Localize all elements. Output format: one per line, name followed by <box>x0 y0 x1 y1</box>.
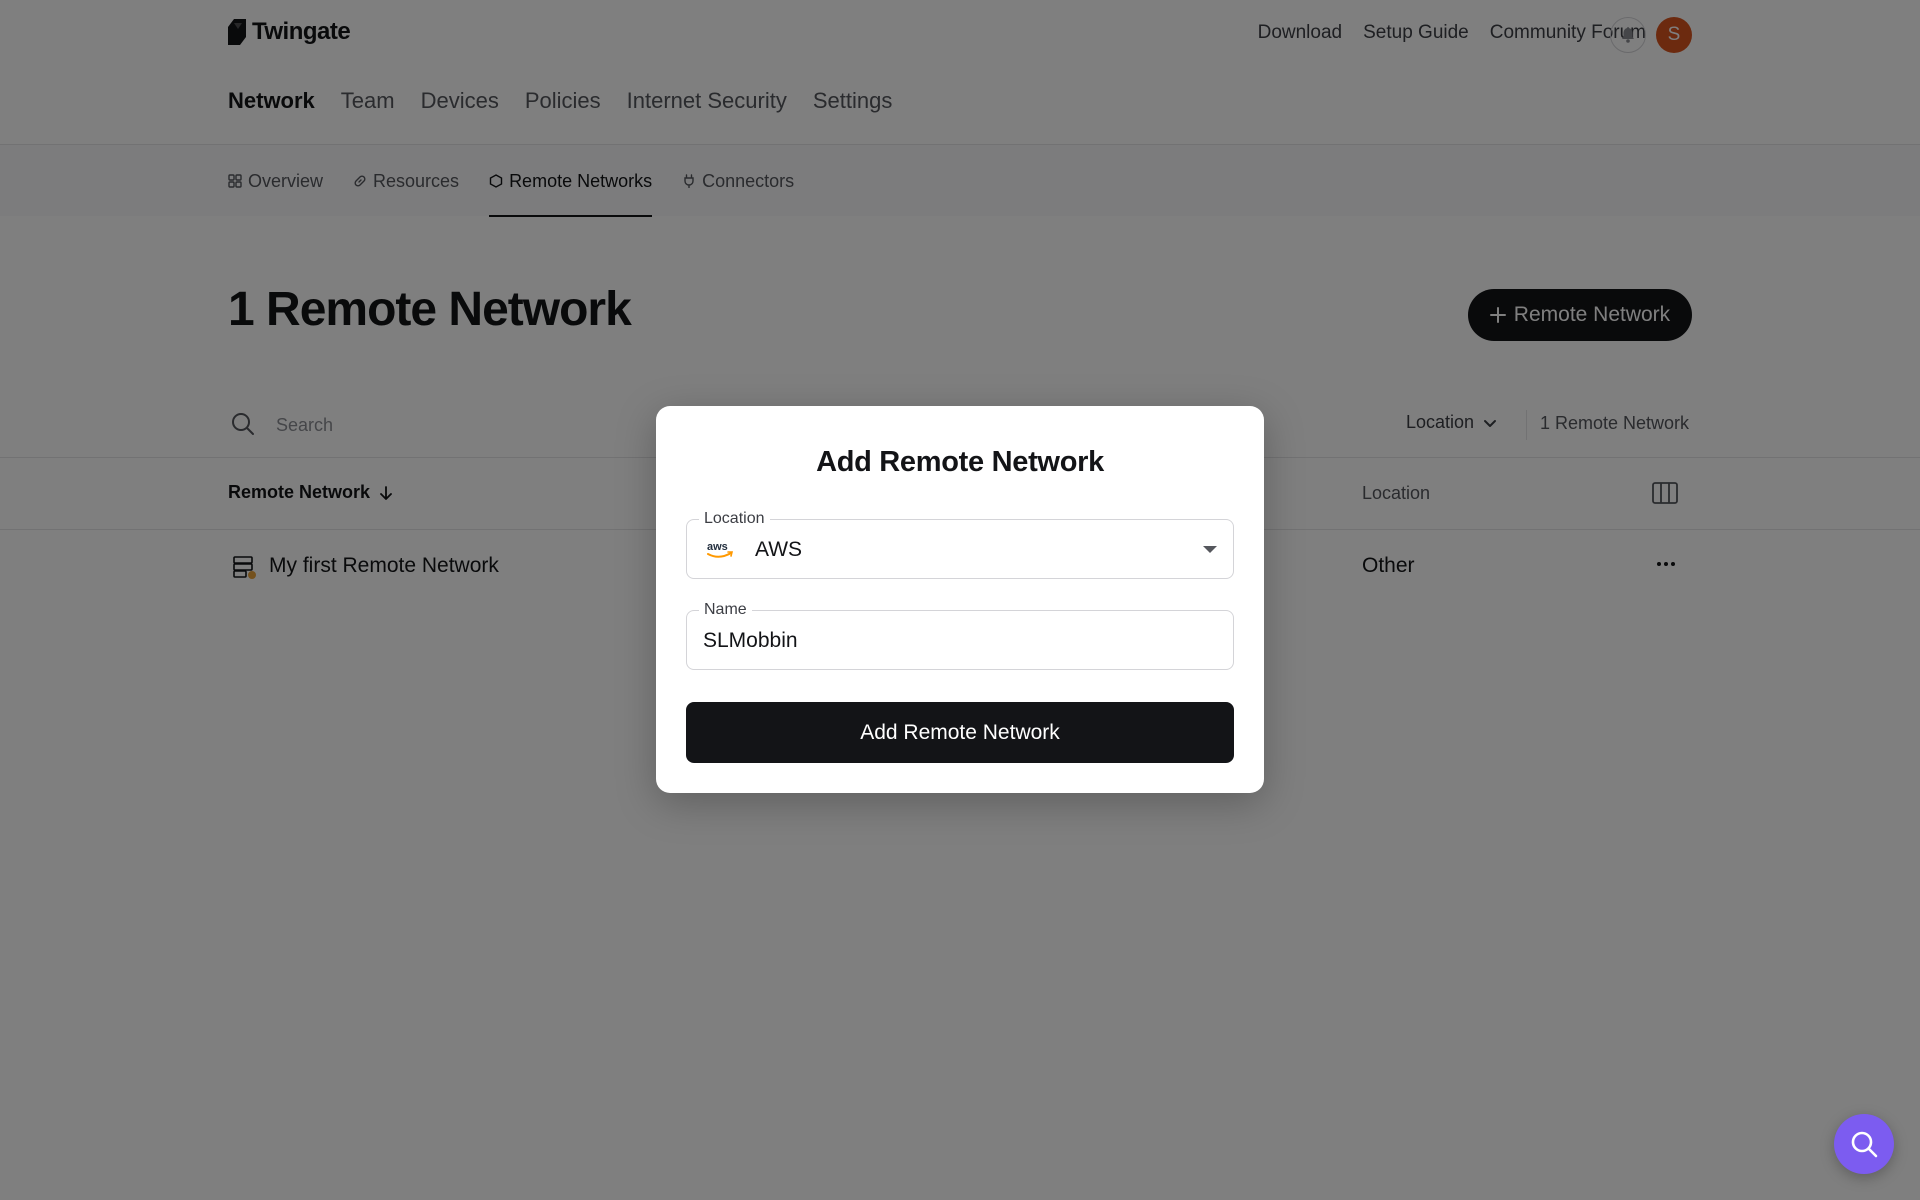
add-remote-network-modal: Add Remote Network Location aws AWS Name… <box>656 406 1264 793</box>
name-input[interactable] <box>703 625 1213 657</box>
search-icon <box>1851 1131 1878 1158</box>
location-select-value: AWS <box>755 538 803 561</box>
modal-title: Add Remote Network <box>816 446 1104 478</box>
location-field-label: Location <box>699 510 770 528</box>
help-search-button[interactable] <box>1834 1114 1894 1174</box>
name-field-label: Name <box>699 601 752 619</box>
add-remote-network-submit-button[interactable]: Add Remote Network <box>686 702 1234 763</box>
location-select[interactable]: Location aws AWS <box>686 510 1234 579</box>
aws-icon: aws <box>707 541 734 558</box>
svg-text:aws: aws <box>707 541 728 553</box>
name-field[interactable]: Name <box>686 601 1234 670</box>
caret-down-icon <box>1203 546 1217 553</box>
